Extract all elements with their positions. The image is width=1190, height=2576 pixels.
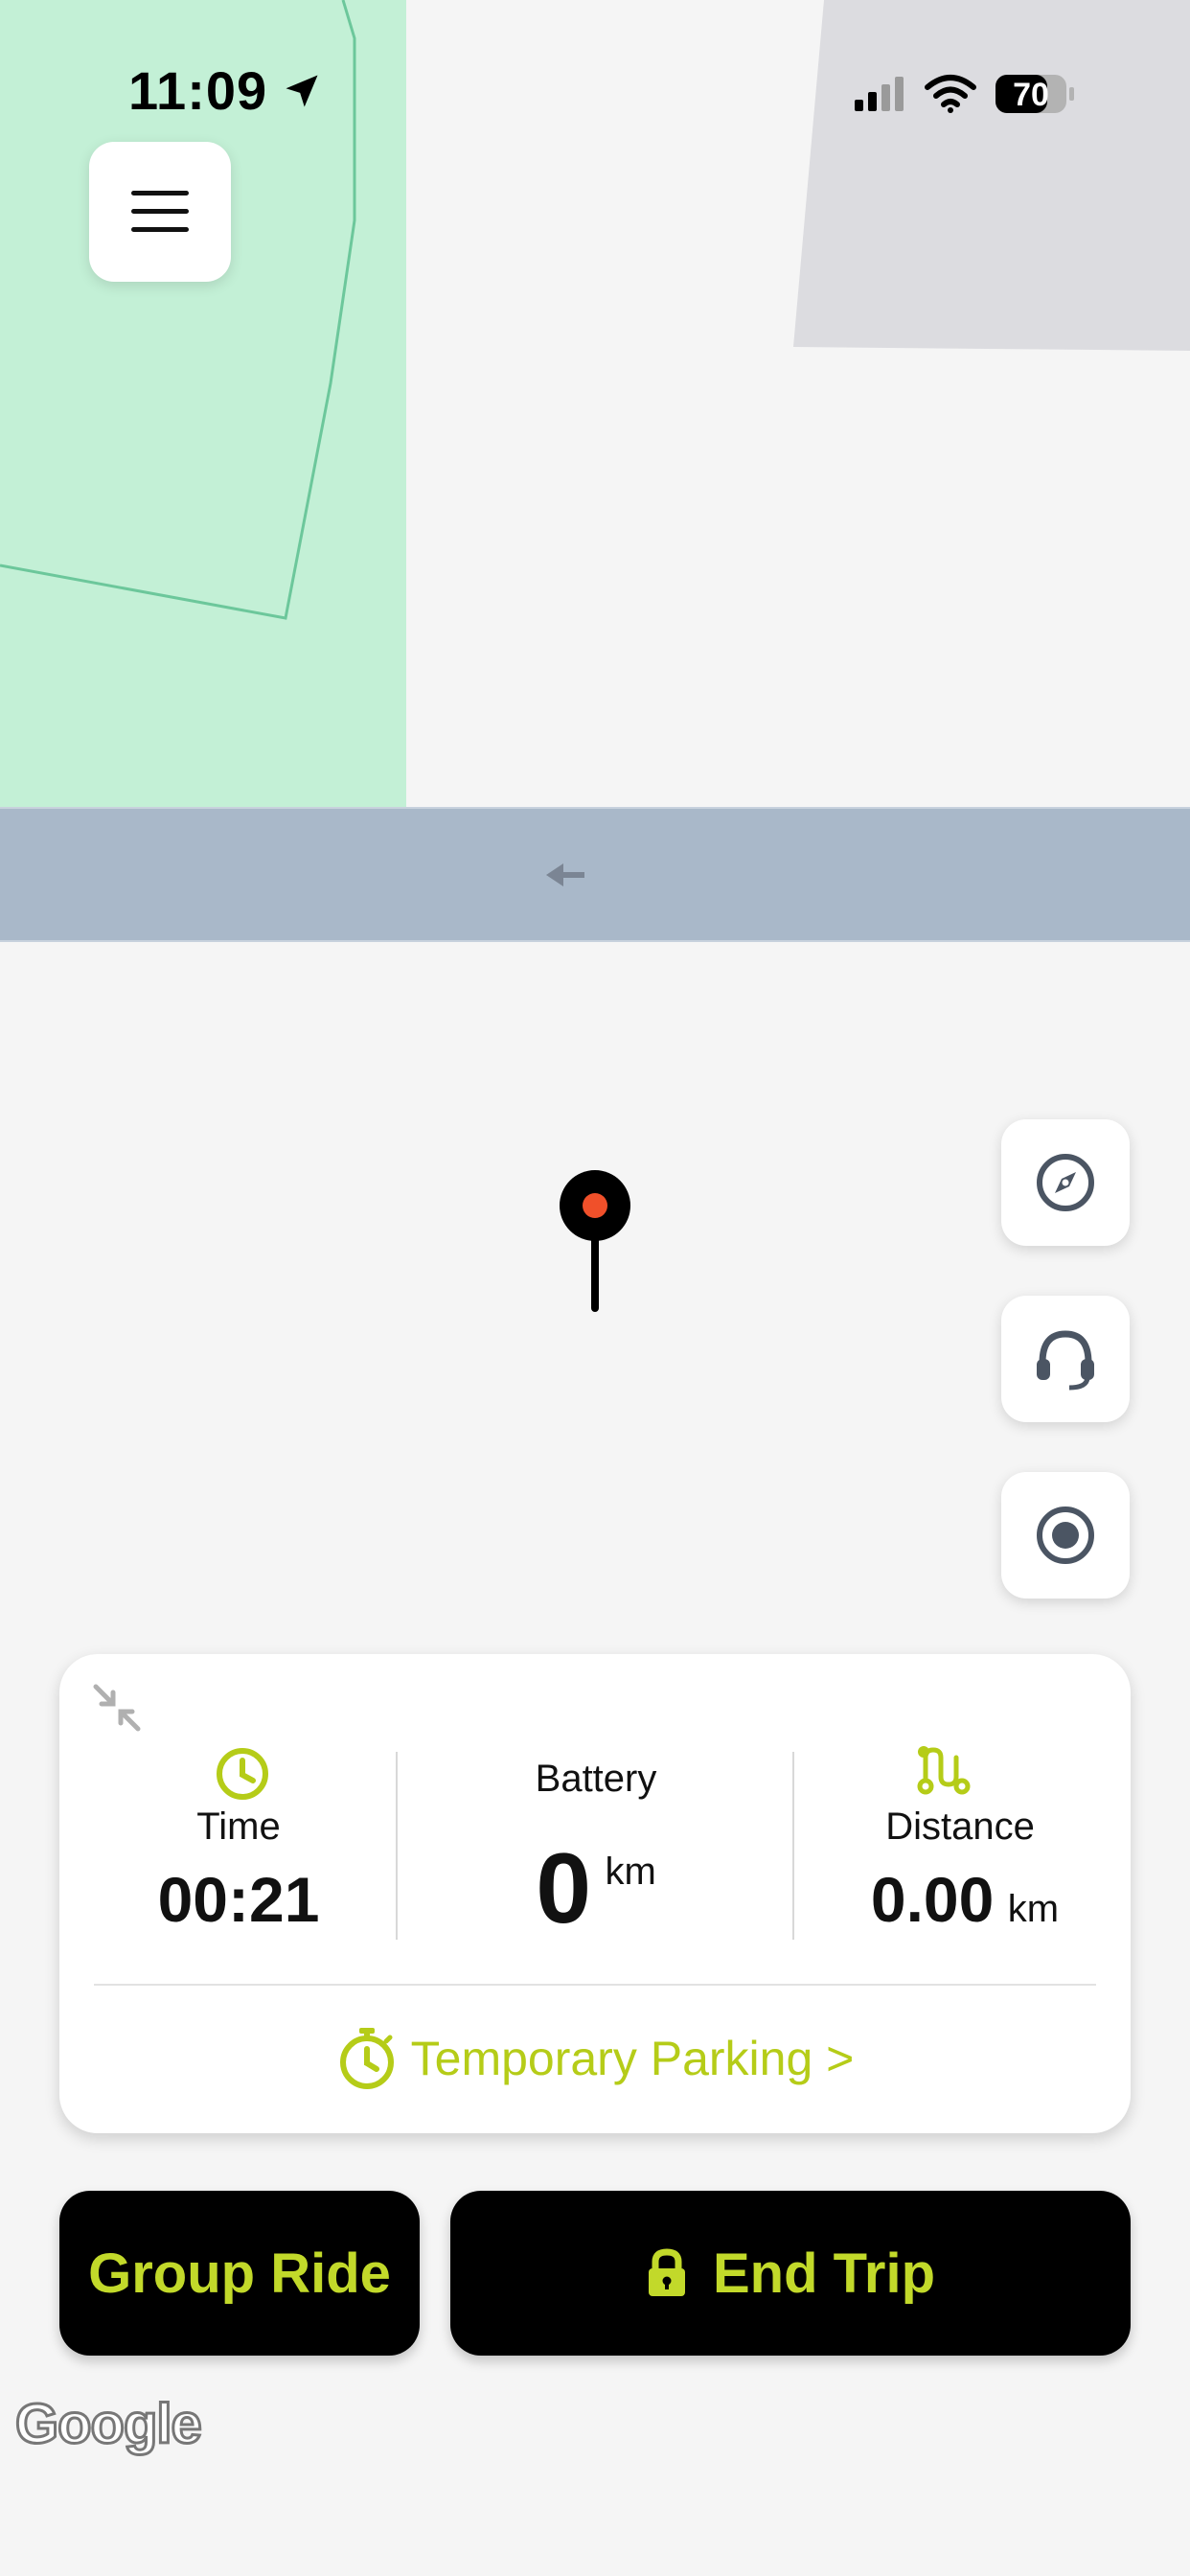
battery-level: 70	[1013, 77, 1049, 113]
trip-info-card: Time 00:21 Battery 0 km Distance 0.00 km…	[59, 1654, 1131, 2133]
group-ride-button[interactable]: Group Ride	[59, 2191, 420, 2356]
status-indicators: 70	[853, 73, 1075, 115]
stopwatch-icon	[339, 2028, 394, 2089]
compass-icon	[1037, 1154, 1094, 1211]
target-location-icon	[1037, 1506, 1094, 1564]
distance-unit: km	[1007, 1888, 1060, 1930]
cellular-signal-icon	[855, 77, 904, 111]
battery-value: 0	[536, 1833, 592, 1944]
battery-label: Battery	[535, 1758, 657, 1800]
lock-icon	[649, 2248, 685, 2296]
locate-me-button[interactable]	[1001, 1472, 1130, 1598]
route-icon	[917, 1746, 971, 1795]
distance-reading: 0.00 km	[826, 1863, 1104, 1936]
status-time: 11:09	[128, 59, 323, 122]
end-trip-label: End Trip	[713, 2242, 935, 2305]
google-logo: Google	[14, 2392, 204, 2457]
wifi-icon	[925, 75, 976, 113]
time-value: 00:21	[157, 1864, 320, 1935]
clock-icon	[217, 1748, 268, 1800]
time-label: Time	[196, 1806, 281, 1848]
battery-range: 0 km	[433, 1832, 759, 1946]
collapse-icon[interactable]	[92, 1683, 142, 1733]
location-arrow-icon	[286, 75, 318, 106]
battery-icon: 70	[995, 73, 1075, 115]
map-view[interactable]	[0, 0, 1190, 2576]
support-button[interactable]	[1001, 1296, 1130, 1422]
temporary-parking-link[interactable]: Temporary Parking >	[59, 2020, 1131, 2097]
group-ride-label: Group Ride	[88, 2242, 391, 2305]
headset-icon	[1037, 1330, 1094, 1391]
distance-label: Distance	[885, 1806, 1035, 1848]
road	[0, 808, 1190, 941]
distance-value: 0.00	[870, 1864, 995, 1935]
compass-button[interactable]	[1001, 1119, 1130, 1246]
building-shape	[793, 0, 1190, 351]
temporary-parking-label: Temporary Parking >	[410, 2032, 855, 2085]
end-trip-button[interactable]: End Trip	[450, 2191, 1131, 2356]
battery-unit: km	[605, 1851, 656, 1893]
hamburger-menu-icon	[131, 191, 189, 232]
menu-button[interactable]	[89, 142, 231, 282]
